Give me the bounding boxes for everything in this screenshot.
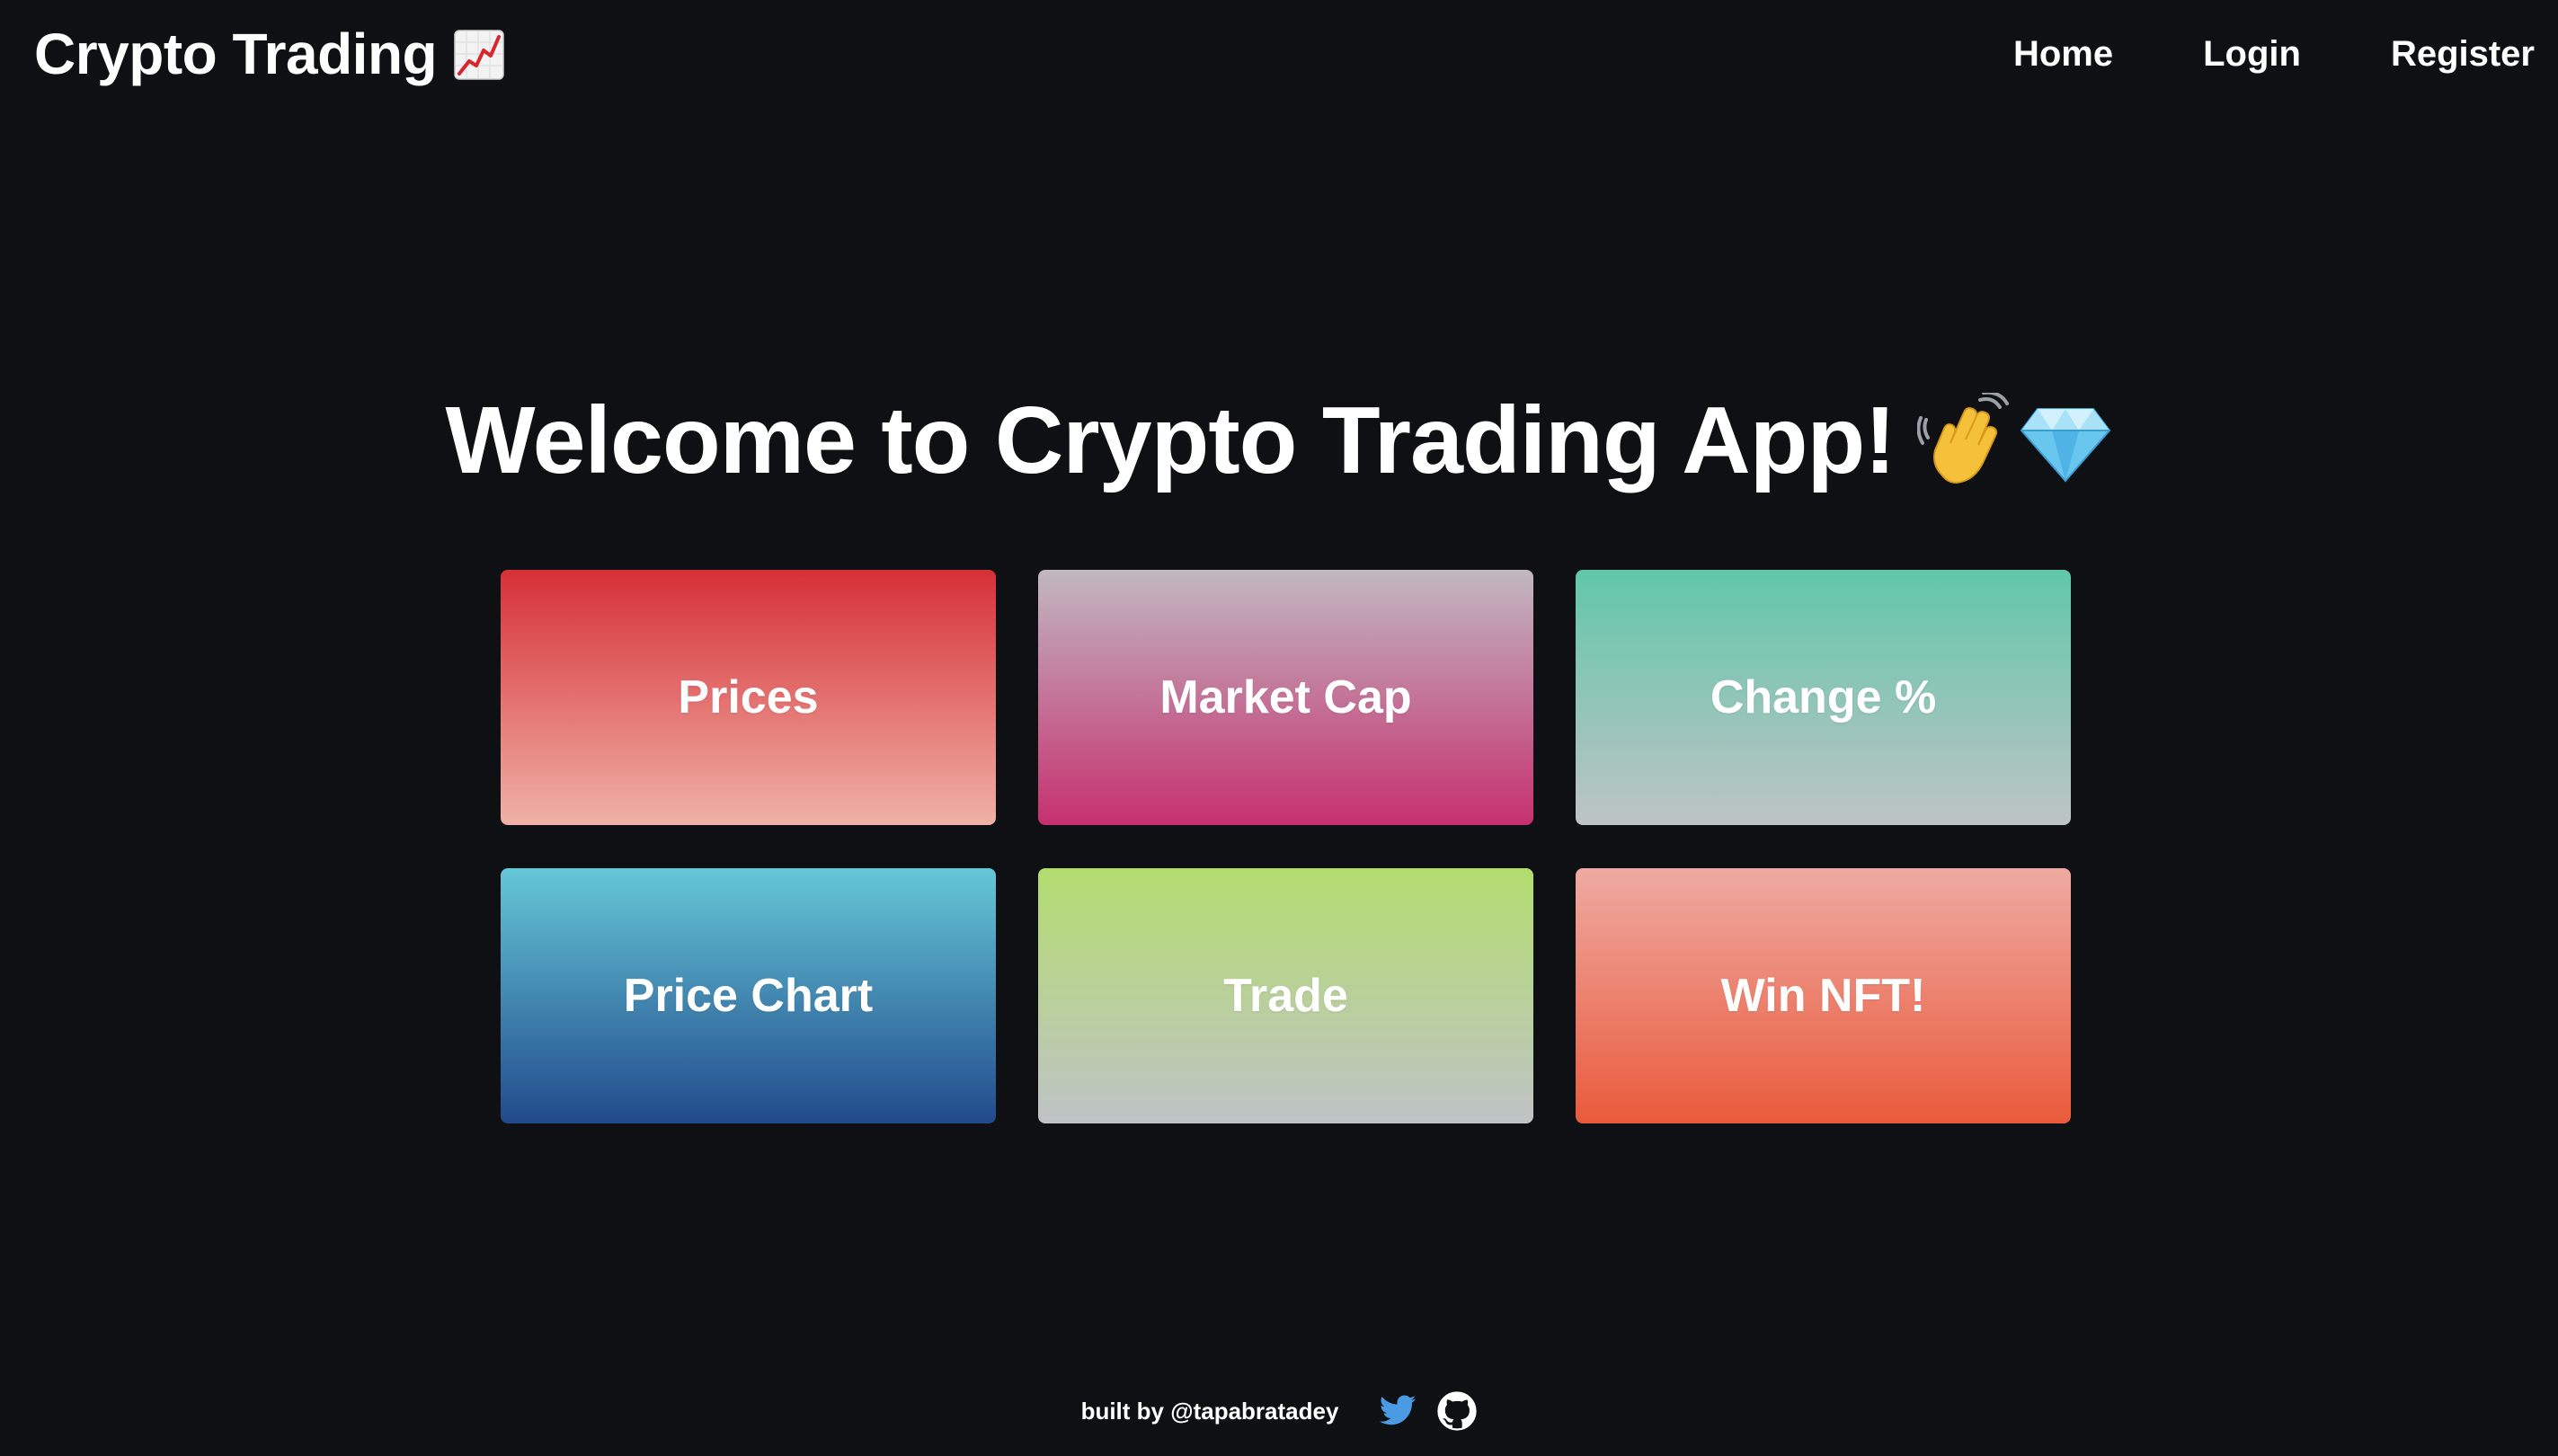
nav-login-link[interactable]: Login [2113,27,2301,81]
market-cap-card[interactable]: Market Cap [1038,570,1533,825]
feature-grid: Prices Market Cap Change % Price Chart T… [501,570,2071,1123]
waving-hand-icon [1916,390,2012,488]
nav-links: Home Login Register [1923,27,2535,81]
trade-card[interactable]: Trade [1038,868,1533,1123]
navbar: Crypto Trading Home Login Register [0,0,2558,108]
chart-increasing-icon [453,28,505,80]
price-chart-card[interactable]: Price Chart [501,868,996,1123]
trade-card-label: Trade [1223,970,1348,1022]
prices-card-label: Prices [678,671,819,724]
page: Crypto Trading Home Login Register Welco… [0,0,2558,1456]
footer-credit: built by @tapabratadey [1080,1397,1339,1425]
github-icon[interactable] [1437,1391,1478,1431]
twitter-icon[interactable] [1378,1391,1417,1431]
welcome-heading: Welcome to Crypto Trading App! [0,377,2558,503]
nav-home-link[interactable]: Home [1923,27,2113,81]
change-percent-card[interactable]: Change % [1576,570,2071,825]
nav-register-link[interactable]: Register [2301,27,2535,81]
win-nft-card-label: Win NFT! [1720,970,1926,1022]
welcome-text: Welcome to Crypto Trading App! [445,387,1896,493]
footer: built by @tapabratadey [0,1386,2558,1436]
market-cap-card-label: Market Cap [1159,671,1412,724]
change-percent-card-label: Change % [1710,671,1937,724]
price-chart-card-label: Price Chart [623,970,874,1022]
gem-stone-icon [2018,393,2113,488]
brand-link[interactable]: Crypto Trading [34,16,505,92]
prices-card[interactable]: Prices [501,570,996,825]
brand-title: Crypto Trading [34,22,438,86]
win-nft-card[interactable]: Win NFT! [1576,868,2071,1123]
